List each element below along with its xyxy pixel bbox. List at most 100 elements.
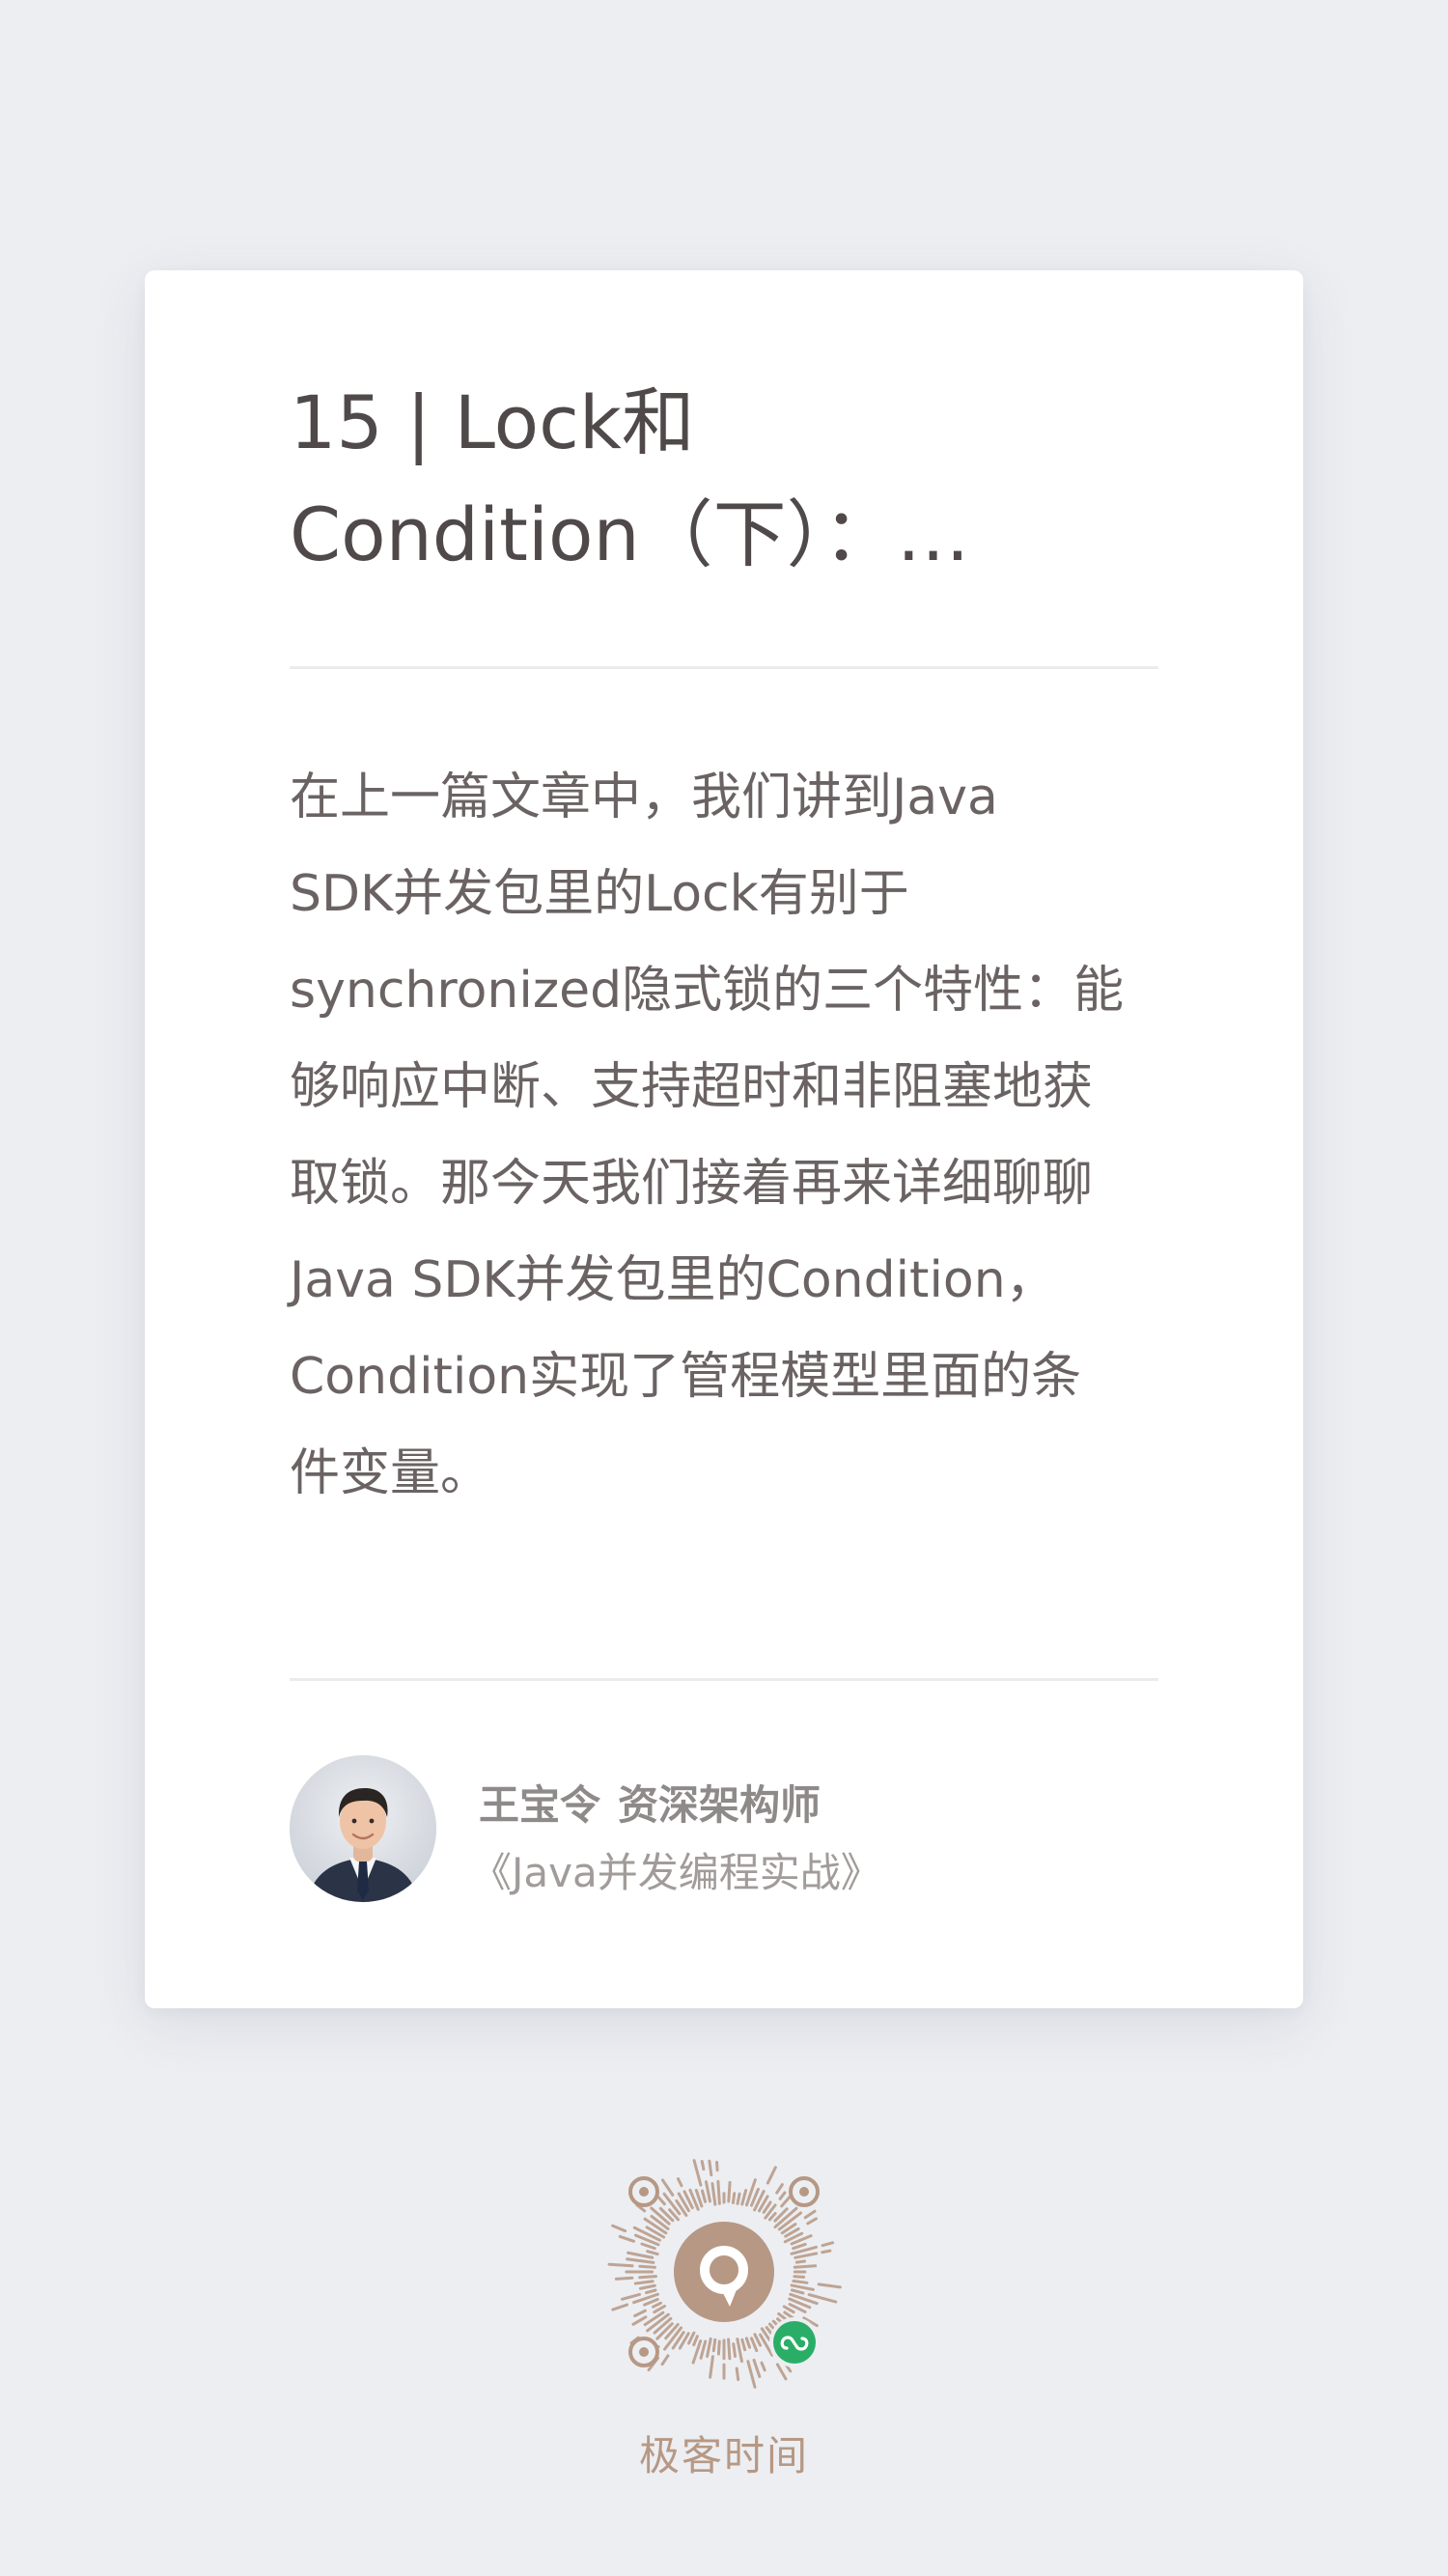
author-divider [290, 1678, 1158, 1681]
code-ray [817, 2282, 842, 2289]
author-avatar-photo-icon [290, 1755, 436, 1902]
code-ray [614, 2276, 634, 2281]
code-ray [740, 2189, 748, 2206]
author-role: 资深架构师 [618, 1781, 821, 1829]
code-ray [631, 2315, 648, 2326]
summary-line: 取锁。那今天我们接着再来详细聊聊 [290, 1155, 1094, 1213]
code-ray [711, 2338, 717, 2353]
code-finder-dot [639, 2187, 649, 2197]
article-card: 15 | Lock和 Condition（下）：… 在上一篇文章中，我们讲到Ja… [145, 270, 1303, 2008]
code-ray [700, 2159, 706, 2171]
code-ray [749, 2337, 759, 2353]
code-ray [760, 2361, 766, 2372]
code-ray [821, 2249, 832, 2254]
code-ray [794, 2259, 807, 2264]
code-ray [638, 2275, 658, 2280]
code-ray [767, 2211, 777, 2222]
code-ray [633, 2280, 654, 2285]
code-ray [708, 2159, 713, 2177]
code-ray [655, 2322, 674, 2340]
geek-logo-icon [674, 2222, 774, 2322]
code-ray [620, 2292, 642, 2301]
code-ray [656, 2196, 666, 2206]
summary-line: 在上一篇文章中，我们讲到Java [290, 769, 998, 826]
summary-line: SDK并发包里的Lock有别于 [290, 865, 909, 923]
code-ray [792, 2279, 809, 2284]
code-ray [782, 2305, 795, 2314]
brand-name: 极客时间 [638, 2432, 809, 2479]
code-ray [710, 2182, 717, 2206]
code-ray [732, 2342, 738, 2359]
code-ray [775, 2363, 788, 2381]
code-ray [607, 2262, 634, 2268]
summary-line: 够响应中断、支持超时和非阻塞地获 [290, 1058, 1094, 1116]
code-ray [806, 2217, 818, 2226]
code-ray [727, 2338, 732, 2361]
mini-program-code[interactable] [594, 2142, 854, 2402]
summary-line: synchronized隐式锁的三个特性：能 [290, 962, 1125, 1020]
code-ray [735, 2366, 740, 2382]
code-ray [706, 2337, 712, 2358]
code-ray [643, 2310, 665, 2327]
code-ray [794, 2252, 819, 2259]
code-ray [701, 2189, 708, 2203]
author-block: 王宝令 资深架构师 《Java并发编程实战》 [290, 1755, 1158, 1902]
code-ray [652, 2301, 662, 2309]
code-ray [676, 2177, 683, 2188]
code-ray [793, 2264, 818, 2269]
code-ray [611, 2303, 629, 2311]
article-title-line: Condition（下）：… [290, 491, 970, 577]
code-ray [709, 2355, 714, 2379]
code-ray [611, 2224, 627, 2233]
code-ray [638, 2264, 656, 2269]
title-divider [290, 666, 1158, 669]
code-ray [645, 2288, 657, 2295]
code-ray [727, 2180, 732, 2203]
code-ray [766, 2166, 777, 2185]
code-ray [790, 2283, 815, 2291]
code-ray [744, 2337, 752, 2349]
code-ray [752, 2358, 762, 2378]
code-ray [704, 2180, 711, 2203]
code-ray [821, 2241, 835, 2248]
mini-program-code-icon [607, 2159, 842, 2389]
code-ray [633, 2309, 647, 2318]
code-ray [618, 2234, 636, 2243]
code-ray [731, 2192, 737, 2205]
code-ray [692, 2159, 703, 2187]
author-name: 王宝令 [479, 1781, 601, 1829]
code-ray [740, 2338, 747, 2352]
summary-line: Condition实现了管程模型里面的条 [290, 1348, 1082, 1406]
code-ray [640, 2242, 656, 2251]
share-poster: 15 | Lock和 Condition（下）：… 在上一篇文章中，我们讲到Ja… [0, 0, 1448, 2576]
code-ray [775, 2183, 784, 2195]
code-ray [716, 2339, 721, 2356]
code-ray [790, 2288, 805, 2295]
summary-line: Java SDK并发包里的Condition， [290, 1251, 1056, 1309]
code-ray [793, 2275, 806, 2279]
code-finder-dot [799, 2187, 809, 2197]
code-finder-dot [639, 2347, 649, 2357]
code-ray [792, 2242, 807, 2251]
article-title-line: 15 | Lock和 [290, 379, 695, 465]
code-ray [746, 2360, 757, 2389]
article-title: 15 | Lock和 Condition（下）：… [290, 367, 1158, 591]
code-ray [626, 2257, 655, 2264]
code-ray [716, 2179, 721, 2205]
code-ray [715, 2160, 719, 2172]
course-title: 《Java并发编程实战》 [471, 1849, 881, 1896]
summary-line: 件变量。 [290, 1444, 491, 1502]
code-ray [803, 2209, 817, 2220]
article-summary: 在上一篇文章中，我们讲到Java SDK并发包里的Lock有别于 synchro… [290, 749, 1158, 1522]
code-ray [660, 2354, 670, 2366]
author-name-line: 王宝令 资深架构师 [479, 1773, 821, 1832]
author-avatar [290, 1755, 436, 1902]
code-ray [736, 2192, 741, 2205]
code-ray [650, 2214, 670, 2230]
code-ray [627, 2251, 654, 2259]
code-ray [638, 2283, 656, 2290]
code-ray [736, 2338, 743, 2364]
code-ray [692, 2335, 699, 2347]
code-ray [778, 2191, 787, 2200]
code-ray [646, 2250, 659, 2256]
